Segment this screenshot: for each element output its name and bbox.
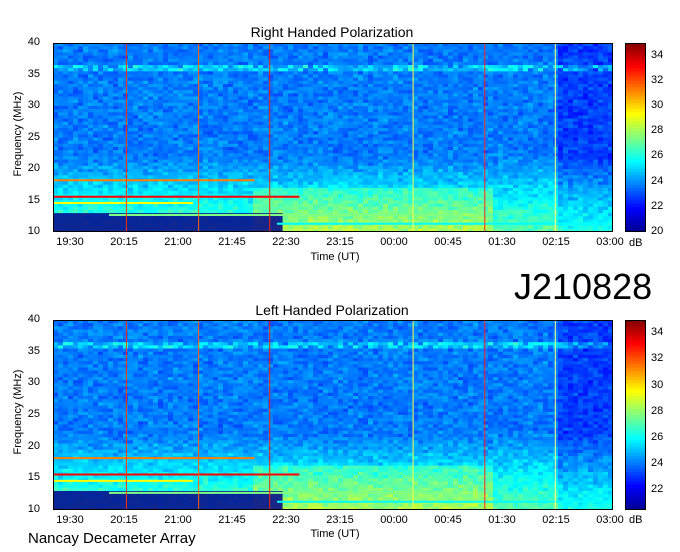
- y-tick-label: 35: [27, 67, 40, 80]
- y-tick-label: 40: [27, 36, 40, 48]
- panel-1-heatmap-svg: [53, 43, 614, 233]
- y-tick-label: 20: [27, 162, 40, 174]
- panel-1-ylabel: Frequency (MHz): [12, 91, 24, 177]
- y-tick-label: 15: [27, 193, 40, 206]
- panel-1-title: Right Handed Polarization: [250, 24, 414, 40]
- y-tick-label: 25: [27, 130, 40, 143]
- panel-1-spectrogram: [53, 43, 614, 233]
- y-tick-label: 10: [27, 225, 40, 237]
- y-tick-label: 30: [27, 99, 40, 111]
